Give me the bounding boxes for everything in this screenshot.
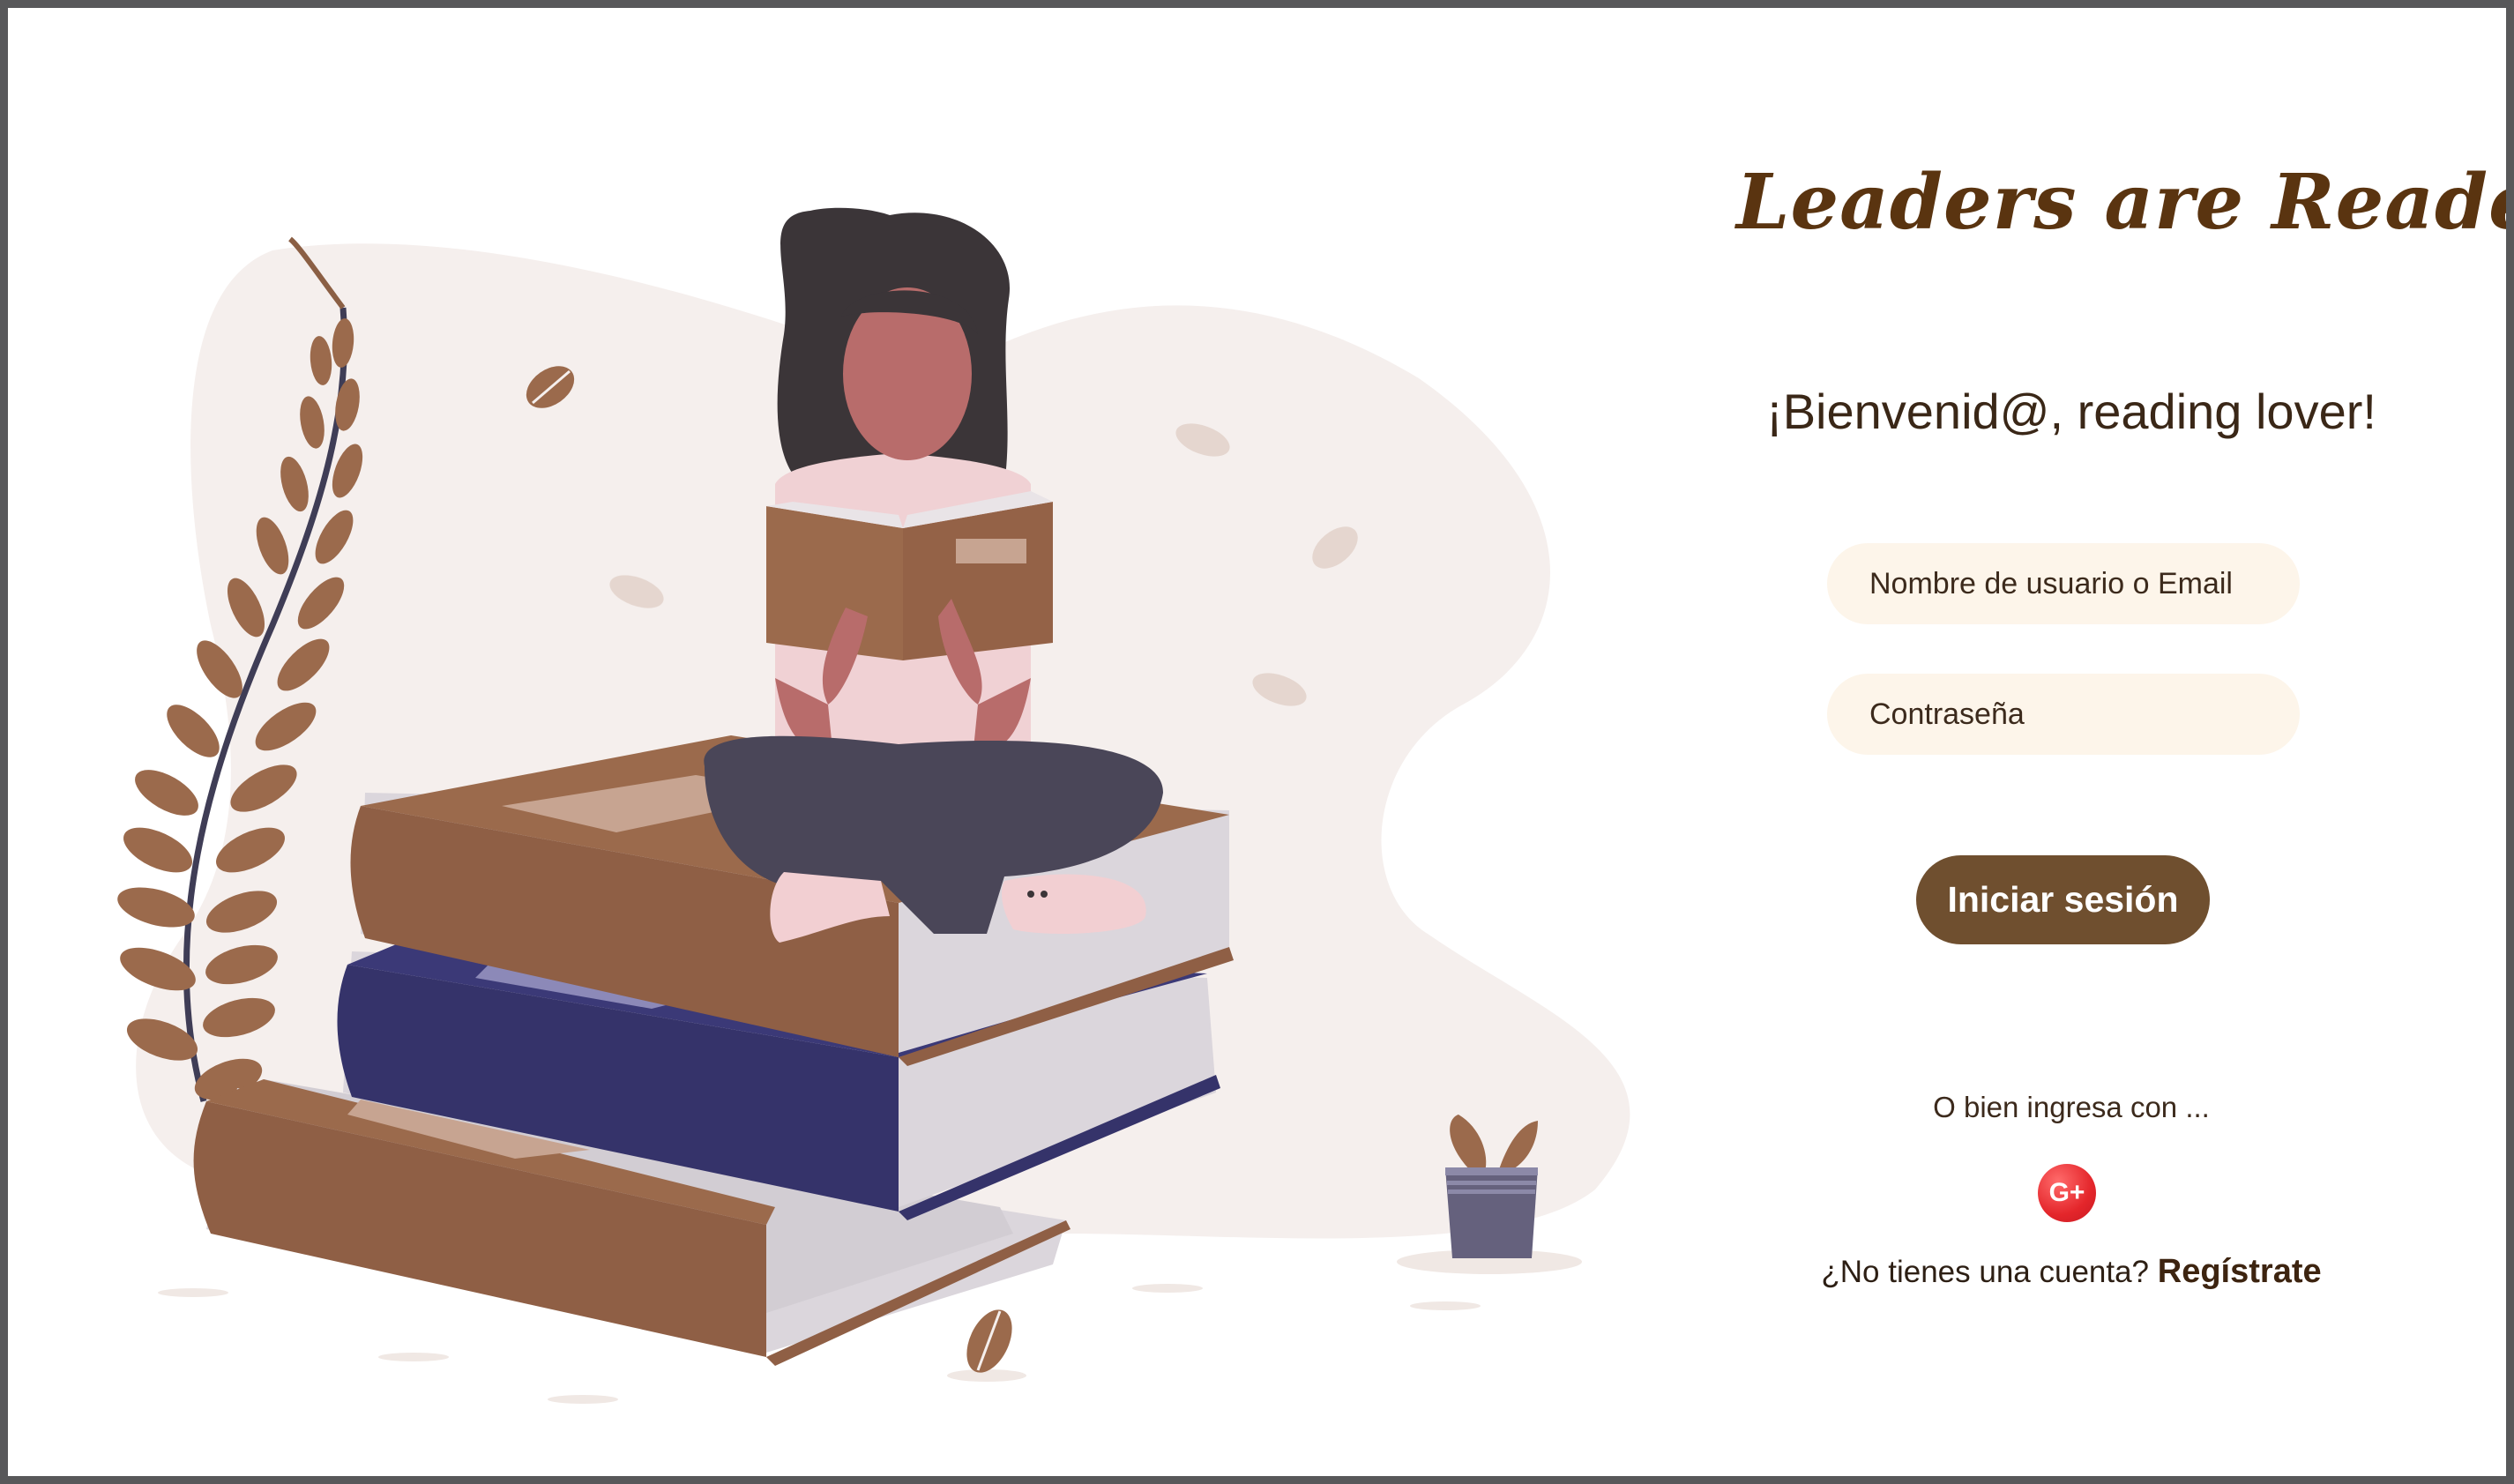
google-plus-icon[interactable]: G+: [2038, 1164, 2096, 1222]
signup-link[interactable]: Regístrate: [2158, 1253, 2322, 1290]
ground-shadow: [1132, 1284, 1203, 1293]
username-input[interactable]: [1827, 543, 2300, 624]
alternate-login-text: O bien ingresa con ...: [1933, 1091, 2210, 1123]
ground-shadow: [158, 1288, 228, 1297]
signup-row: ¿No tienes una cuenta? Regístrate: [1736, 1253, 2406, 1291]
ground-shadow: [378, 1353, 449, 1361]
brand-title: Leaders are Readers: [1736, 158, 2506, 247]
reading-illustration: [117, 207, 1630, 1404]
floating-leaf: [966, 1309, 1012, 1373]
ground-shadow: [548, 1395, 618, 1404]
ground-shadow: [1410, 1301, 1481, 1310]
password-input[interactable]: [1827, 674, 2300, 755]
login-panel: Leaders are Readers ¡Bienvenid@, reading…: [1736, 8, 2506, 1476]
login-button[interactable]: Iniciar sesión: [1916, 855, 2210, 944]
app-window: Leaders are Readers ¡Bienvenid@, reading…: [0, 0, 2514, 1484]
welcome-heading: ¡Bienvenid@, reading lover!: [1766, 384, 2376, 439]
signup-question: ¿No tienes una cuenta?: [1821, 1255, 2150, 1289]
